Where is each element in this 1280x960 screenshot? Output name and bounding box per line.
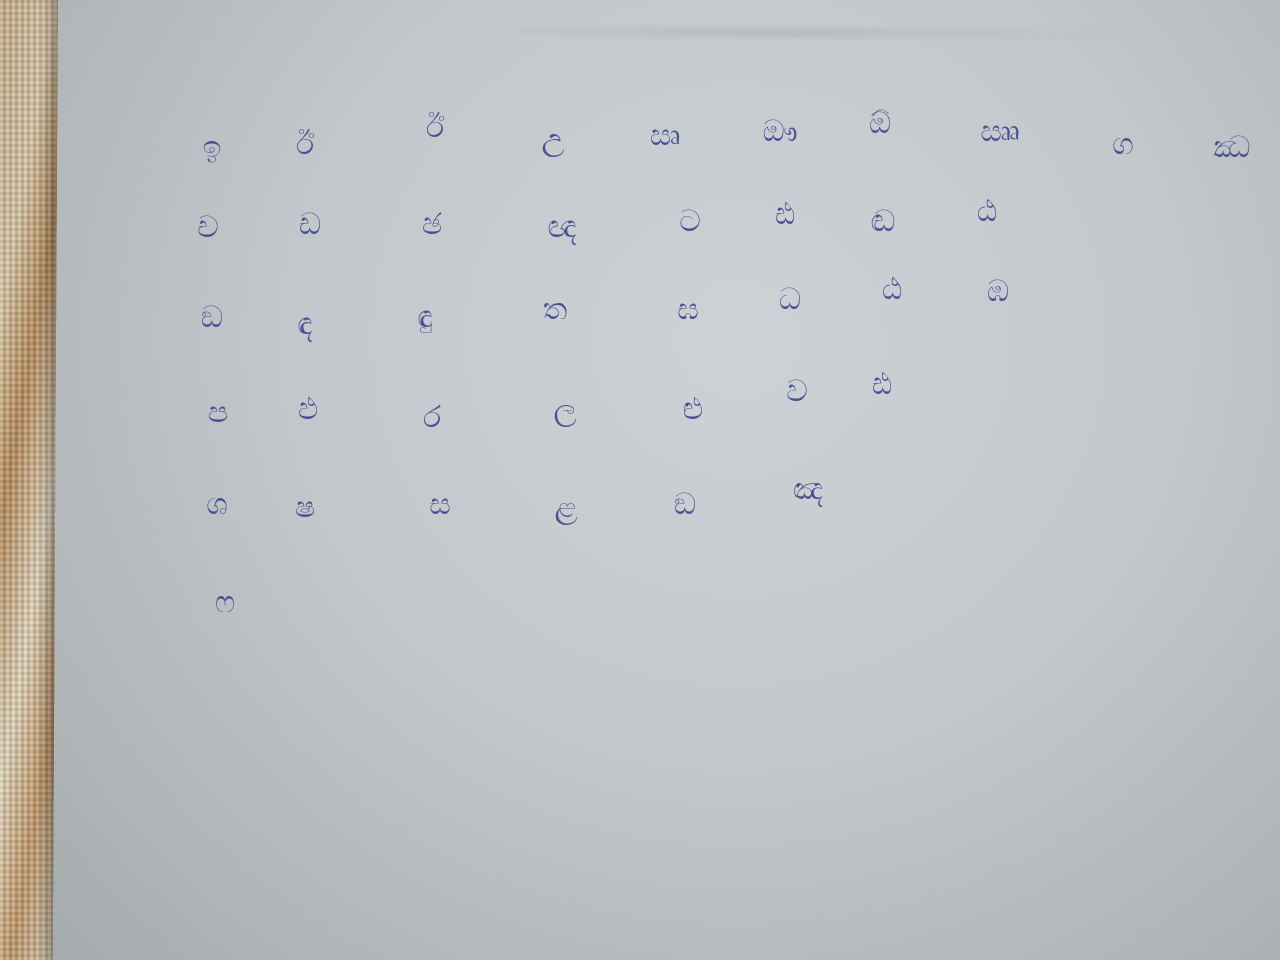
letter: ඡ bbox=[421, 207, 443, 242]
letter: ළ bbox=[554, 490, 578, 525]
letter: ඝ bbox=[677, 292, 699, 327]
letter: ශ bbox=[206, 487, 228, 522]
letter: ළු bbox=[682, 392, 704, 427]
letter: ෆ bbox=[214, 585, 236, 620]
letter: ස bbox=[429, 487, 451, 522]
letter: ඳ bbox=[297, 307, 313, 342]
letter: ඨ bbox=[881, 272, 903, 307]
letter: ඊ bbox=[295, 127, 315, 162]
letter: ඊ bbox=[425, 110, 445, 145]
letter: ඪ bbox=[774, 197, 796, 232]
letter: ධ bbox=[778, 282, 802, 317]
letter: ඖ bbox=[762, 114, 798, 149]
photo: ඉ ඊ ඊ උ ඍ ඖ ඕ ඎ ග ඣ ච ඩ ඡ ඥ ට ඪ ඬ ඨ ඞ ඳ … bbox=[0, 0, 1280, 960]
letter: ත bbox=[542, 292, 568, 327]
letter: ව bbox=[786, 374, 808, 409]
letter: ෂ bbox=[294, 490, 316, 525]
letter: ග bbox=[1112, 127, 1134, 162]
letter: ඞ bbox=[673, 487, 697, 522]
letter: ඪ bbox=[871, 367, 893, 402]
letter: ඩ bbox=[298, 207, 322, 242]
letter: ඥ bbox=[547, 210, 577, 245]
letter: ඉ bbox=[202, 130, 222, 165]
letter: ල bbox=[553, 392, 577, 427]
letter: ප bbox=[207, 395, 229, 430]
handwritten-letter-grid: ඉ ඊ ඊ උ ඍ ඖ ඕ ඎ ග ඣ ච ඩ ඡ ඥ ට ඪ ඬ ඨ ඞ ඳ … bbox=[0, 0, 1280, 960]
letter: ඬ bbox=[870, 204, 896, 239]
letter: ඕ bbox=[868, 106, 892, 141]
letter: ඤ bbox=[792, 472, 824, 507]
letter: ඎ bbox=[980, 114, 1020, 149]
letter: ඍ bbox=[649, 118, 681, 153]
letter: ච bbox=[197, 210, 219, 245]
letter: ඵ bbox=[297, 392, 319, 427]
letter: ඨ bbox=[976, 194, 998, 229]
letter: ඣ bbox=[1213, 130, 1251, 165]
letter: ඳු bbox=[417, 300, 433, 335]
letter: උ bbox=[541, 122, 565, 157]
letter: ඞ bbox=[200, 300, 224, 335]
letter: ට bbox=[679, 204, 701, 239]
letter: ර bbox=[422, 400, 442, 435]
letter: ඹ bbox=[986, 274, 1010, 309]
